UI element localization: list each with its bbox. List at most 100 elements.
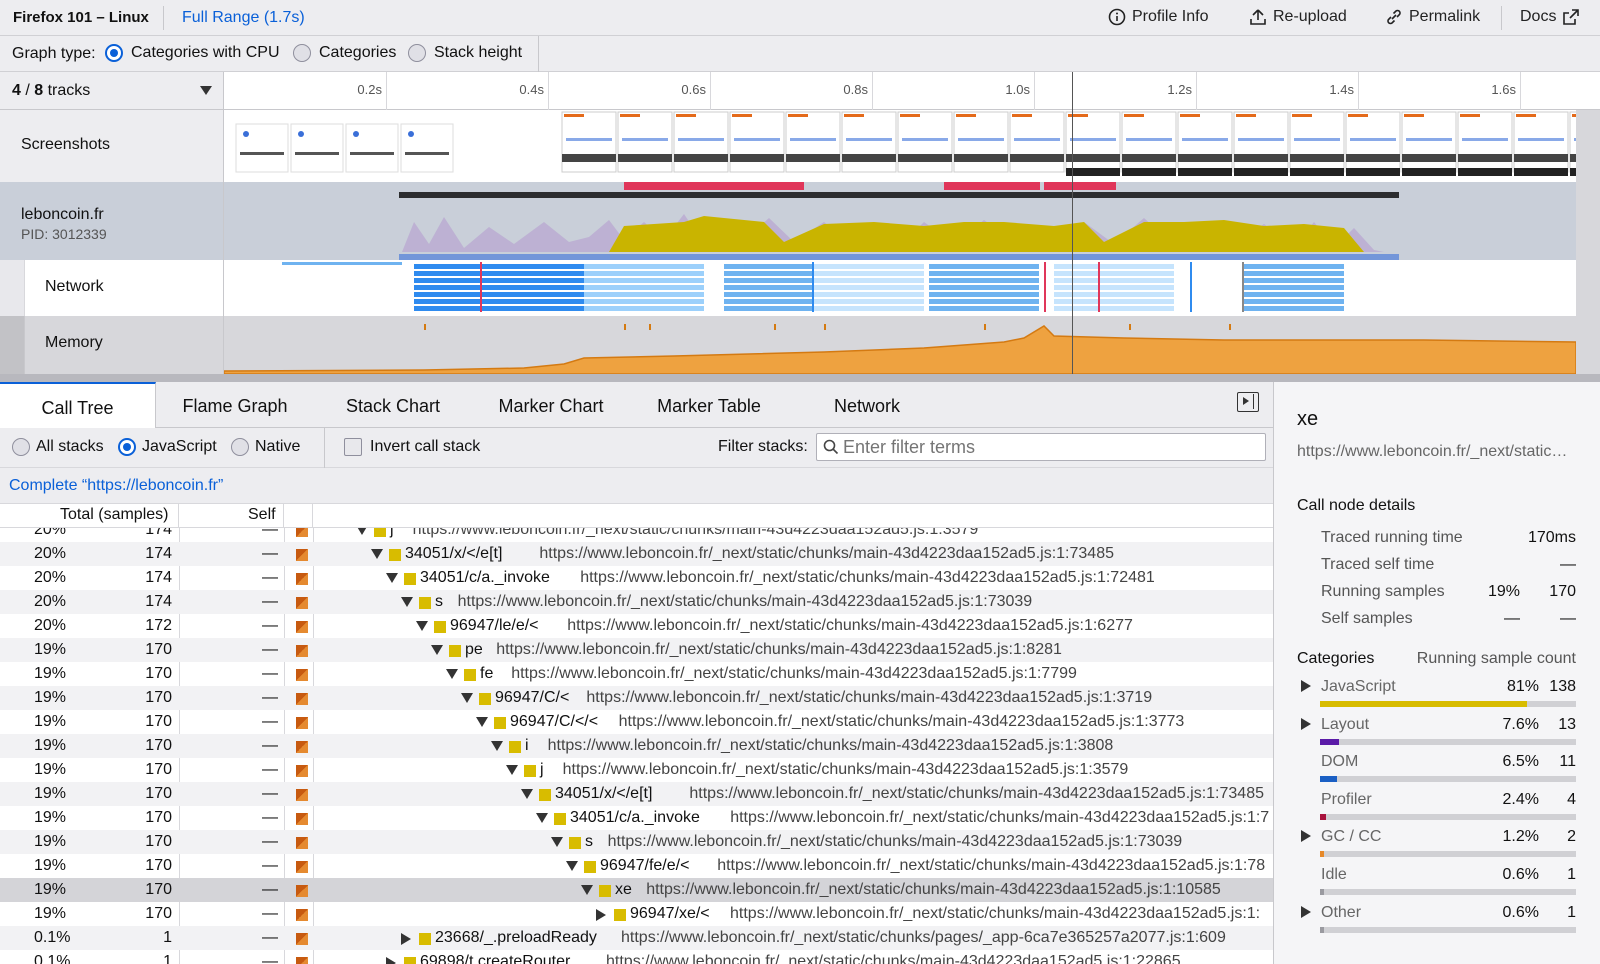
graph-type-categories[interactable]: Categories [293,44,396,62]
expand-triangle-icon[interactable] [1301,905,1311,918]
row-total-samples: 172 [145,617,172,634]
network-graph[interactable] [224,260,1576,316]
column-total[interactable]: Total (samples) [60,506,168,524]
radio-icon[interactable] [408,44,426,62]
collapse-triangle-icon[interactable] [461,693,473,703]
call-tree-row[interactable]: 19% 170 — 96947/C/< https://www.leboncoin.fr… [0,686,1273,710]
timeline-splitter[interactable] [0,374,1600,382]
collapse-triangle-icon[interactable] [521,789,533,799]
memory-graph[interactable] [223,316,1577,375]
network-request [814,278,924,283]
expand-triangle-icon[interactable] [1301,680,1311,692]
call-tree-row[interactable]: 20% 174 — 34051/c/a._invoke https://www.lebo… [0,566,1273,590]
radio-icon[interactable] [12,438,30,456]
track-count-menu[interactable]: 4 / 8 tracks [0,72,224,110]
checkbox-icon[interactable] [344,438,362,456]
full-range-breadcrumb[interactable]: Full Range (1.7s) [182,9,305,27]
category-item[interactable]: Other 0.6% 1 [1297,903,1579,941]
call-tree-row[interactable]: 19% 170 — fe https://www.leboncoin.fr/_next/… [0,662,1273,686]
collapse-triangle-icon[interactable] [401,597,413,607]
track-network[interactable]: Network [24,260,224,316]
track-screenshots[interactable]: Screenshots [0,110,224,182]
call-tree-row[interactable]: 0.1% 1 — 23668/_.preloadReady https://www.le… [0,926,1273,950]
profile-info-button[interactable]: Profile Info [1108,8,1208,26]
process-activity-graph[interactable] [224,182,1576,260]
call-tree-row[interactable]: 20% 174 — s https://www.leboncoin.fr/_next/s… [0,590,1273,614]
call-tree-row[interactable]: 19% 170 — s https://www.leboncoin.fr/_next/s… [0,830,1273,854]
call-tree-row[interactable]: 19% 170 — 96947/fe/e/< https://www.leboncoin… [0,854,1273,878]
collapse-triangle-icon[interactable] [566,861,578,871]
call-tree-row[interactable]: 19% 170 — 96947/xe/< https://www.leboncoin.f… [0,902,1273,926]
call-tree-row[interactable]: 20% 174 — 34051/x/</e[t] https://www.lebonco… [0,542,1273,566]
graph-type-categories-cpu[interactable]: Categories with CPU [105,44,280,62]
radio-icon[interactable] [231,438,249,456]
expand-triangle-icon[interactable] [1301,717,1311,730]
collapse-triangle-icon[interactable] [506,765,518,775]
category-item[interactable]: GC / CC 1.2% 2 [1297,827,1579,865]
call-tree-row[interactable]: 19% 170 — 96947/C/</< https://www.leboncoin.… [0,710,1273,734]
column-self[interactable]: Self [248,506,276,524]
category-item[interactable]: JavaScript 81% 138 [1297,677,1579,715]
track-process[interactable]: leboncoin.fr PID: 3012339 [0,182,224,260]
tab-call-tree[interactable]: Call Tree [0,382,156,429]
ruler-gridline [710,72,711,110]
sidebar-toggle-icon[interactable] [1237,392,1259,412]
call-tree-row[interactable]: 19% 170 — 34051/x/</e[t] https://www.lebonco… [0,782,1273,806]
expand-triangle-icon[interactable] [596,909,606,921]
timeline[interactable]: 4 / 8 tracks 0.2s 0.4s 0.6s 0.8s 1.0s 1.2s 1.4… [0,72,1600,382]
categories-header: Categories [1297,650,1375,667]
breadcrumb[interactable]: Complete “https://leboncoin.fr” [9,477,223,495]
collapse-triangle-icon[interactable] [581,885,593,895]
collapse-triangle-icon[interactable] [551,837,563,847]
reupload-button[interactable]: Re-upload [1249,8,1347,26]
call-tree-row[interactable]: 20% 172 — 96947/le/e/< https://www.leboncoin… [0,614,1273,638]
stack-option-all[interactable]: All stacks [12,438,104,456]
collapse-triangle-icon[interactable] [356,528,368,535]
screenshot-thumbnail-detail [674,154,728,162]
call-tree-row[interactable]: 19% 170 — pe https://www.leboncoin.fr/_next/… [0,638,1273,662]
permalink-button[interactable]: Permalink [1385,8,1480,26]
call-tree-row[interactable]: 0.1% 1 — 69898/t.createRouter https://www.le… [0,950,1273,964]
expand-triangle-icon[interactable] [401,933,411,945]
collapse-triangle-icon[interactable] [446,669,458,679]
tab-stack-chart[interactable]: Stack Chart [318,382,468,428]
call-tree-row[interactable]: 19% 170 — i https://www.leboncoin.fr/_next/s… [0,734,1273,758]
track-memory[interactable]: Memory [24,316,224,374]
collapse-triangle-icon[interactable] [371,549,383,559]
expand-triangle-icon[interactable] [1301,830,1311,843]
tab-flame-graph[interactable]: Flame Graph [160,382,310,428]
network-marker-line [1098,262,1100,312]
function-origin-url: https://www.leboncoin.fr/_next/static/ch… [730,809,1270,826]
stack-option-javascript[interactable]: JavaScript [118,438,217,456]
tab-marker-table[interactable]: Marker Table [634,382,784,428]
network-request [414,264,584,269]
call-tree-row[interactable]: 19% 170 — 34051/c/a._invoke https://www.lebo… [0,806,1273,830]
tab-network[interactable]: Network [792,382,942,428]
row-self-samples: — [262,785,278,802]
docs-link[interactable]: Docs [1520,8,1580,26]
filter-input-box[interactable] [816,433,1266,461]
filter-input[interactable] [843,436,1258,458]
stack-option-native[interactable]: Native [231,438,300,456]
tab-marker-chart[interactable]: Marker Chart [476,382,626,428]
screenshot-thumbnail [673,111,729,173]
screenshots-strip[interactable] [224,110,1600,182]
collapse-triangle-icon[interactable] [476,717,488,727]
call-tree-row[interactable]: 20% 174 — j https://www.leboncoin.fr/_next/s… [0,528,1273,542]
radio-icon[interactable] [293,44,311,62]
collapse-triangle-icon[interactable] [491,741,503,751]
radio-icon[interactable] [118,438,136,456]
radio-icon[interactable] [105,44,123,62]
collapse-triangle-icon[interactable] [431,645,443,655]
call-tree[interactable]: 20% 174— j https://www.leboncoin.fr/_next/s… [0,528,1273,964]
invert-call-stack[interactable]: Invert call stack [344,438,480,456]
call-tree-row[interactable]: 19% 170 — j https://www.leboncoin.fr/_next/s… [0,758,1273,782]
collapse-triangle-icon[interactable] [536,813,548,823]
collapse-triangle-icon[interactable] [386,573,398,583]
graph-type-stack-height[interactable]: Stack height [408,44,522,62]
function-origin-url: https://www.leboncoin.fr/_next/static/ch… [511,665,1077,682]
collapse-triangle-icon[interactable] [416,621,428,631]
call-tree-row-selected[interactable]: 19% 170 — xe https://www.leboncoin.fr/_next/… [0,878,1273,902]
category-item[interactable]: Layout 7.6% 13 [1297,715,1579,753]
expand-triangle-icon[interactable] [386,957,396,964]
